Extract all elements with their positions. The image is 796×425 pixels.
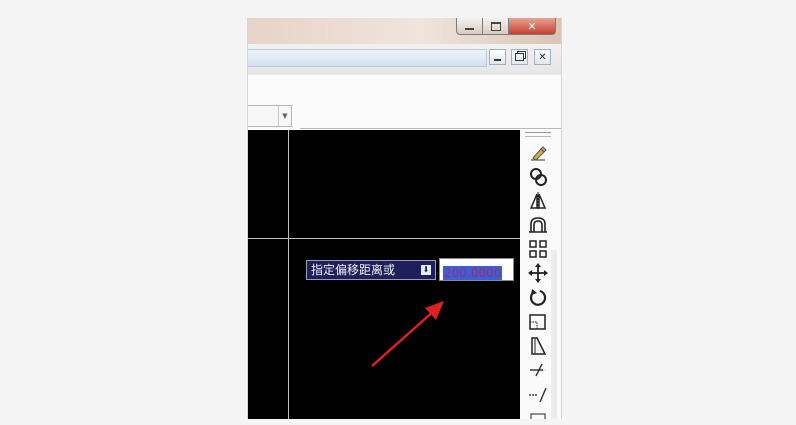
offset-distance-value: 200.0000 bbox=[443, 266, 503, 280]
minimize-icon bbox=[465, 27, 474, 30]
ribbon-divider bbox=[300, 128, 561, 129]
move-icon[interactable] bbox=[527, 263, 549, 283]
chevron-down-icon[interactable]: ▼ bbox=[278, 106, 291, 126]
close-icon: ✕ bbox=[527, 19, 537, 33]
dynamic-input-prompt: 指定偏移距离或 ⬇ bbox=[306, 260, 436, 280]
modify-toolbar bbox=[520, 130, 561, 419]
cad-window: ✕ ✕ ▼ 指定偏移距离或 ⬇ 200.0000 bbox=[247, 18, 562, 419]
window-maximize-button[interactable] bbox=[482, 18, 509, 35]
mirror-icon[interactable] bbox=[527, 191, 549, 211]
toolbar-divider bbox=[525, 132, 551, 133]
layer-dropdown[interactable]: ▼ bbox=[248, 105, 292, 127]
restore-icon bbox=[515, 53, 524, 61]
maximize-icon bbox=[490, 21, 501, 31]
trim-icon[interactable] bbox=[527, 360, 549, 380]
toolbar-divider bbox=[525, 136, 551, 137]
copy-icon[interactable] bbox=[527, 167, 549, 187]
doc-close-button[interactable]: ✕ bbox=[534, 49, 551, 65]
crosshair-horizontal bbox=[248, 238, 520, 239]
toolbar-more-icon[interactable] bbox=[527, 408, 549, 419]
offset-icon[interactable] bbox=[527, 215, 549, 235]
toolbar-scrollbar[interactable] bbox=[551, 250, 557, 419]
crosshair-vertical bbox=[288, 130, 289, 419]
rotate-icon[interactable] bbox=[527, 287, 549, 307]
array-icon[interactable] bbox=[527, 239, 549, 259]
doc-restore-button[interactable] bbox=[511, 49, 528, 65]
erase-icon[interactable] bbox=[527, 143, 549, 163]
stretch-icon[interactable] bbox=[527, 336, 549, 356]
document-tab-strip bbox=[248, 49, 487, 67]
window-minimize-button[interactable] bbox=[456, 18, 483, 35]
prompt-label: 指定偏移距离或 bbox=[311, 263, 396, 277]
ribbon-panel bbox=[248, 75, 561, 129]
window-close-button[interactable]: ✕ bbox=[508, 18, 556, 35]
offset-distance-input[interactable]: 200.0000 bbox=[439, 258, 514, 281]
drawing-canvas[interactable]: 指定偏移距离或 ⬇ 200.0000 bbox=[248, 130, 520, 419]
scale-icon[interactable] bbox=[527, 312, 549, 332]
close-icon: ✕ bbox=[538, 51, 547, 63]
document-bar: ✕ bbox=[248, 44, 561, 76]
title-bar: ✕ bbox=[248, 18, 561, 44]
extend-icon[interactable] bbox=[527, 384, 549, 404]
doc-minimize-button[interactable] bbox=[489, 49, 506, 65]
prompt-options-icon[interactable]: ⬇ bbox=[421, 265, 431, 275]
minimize-icon bbox=[494, 59, 501, 61]
